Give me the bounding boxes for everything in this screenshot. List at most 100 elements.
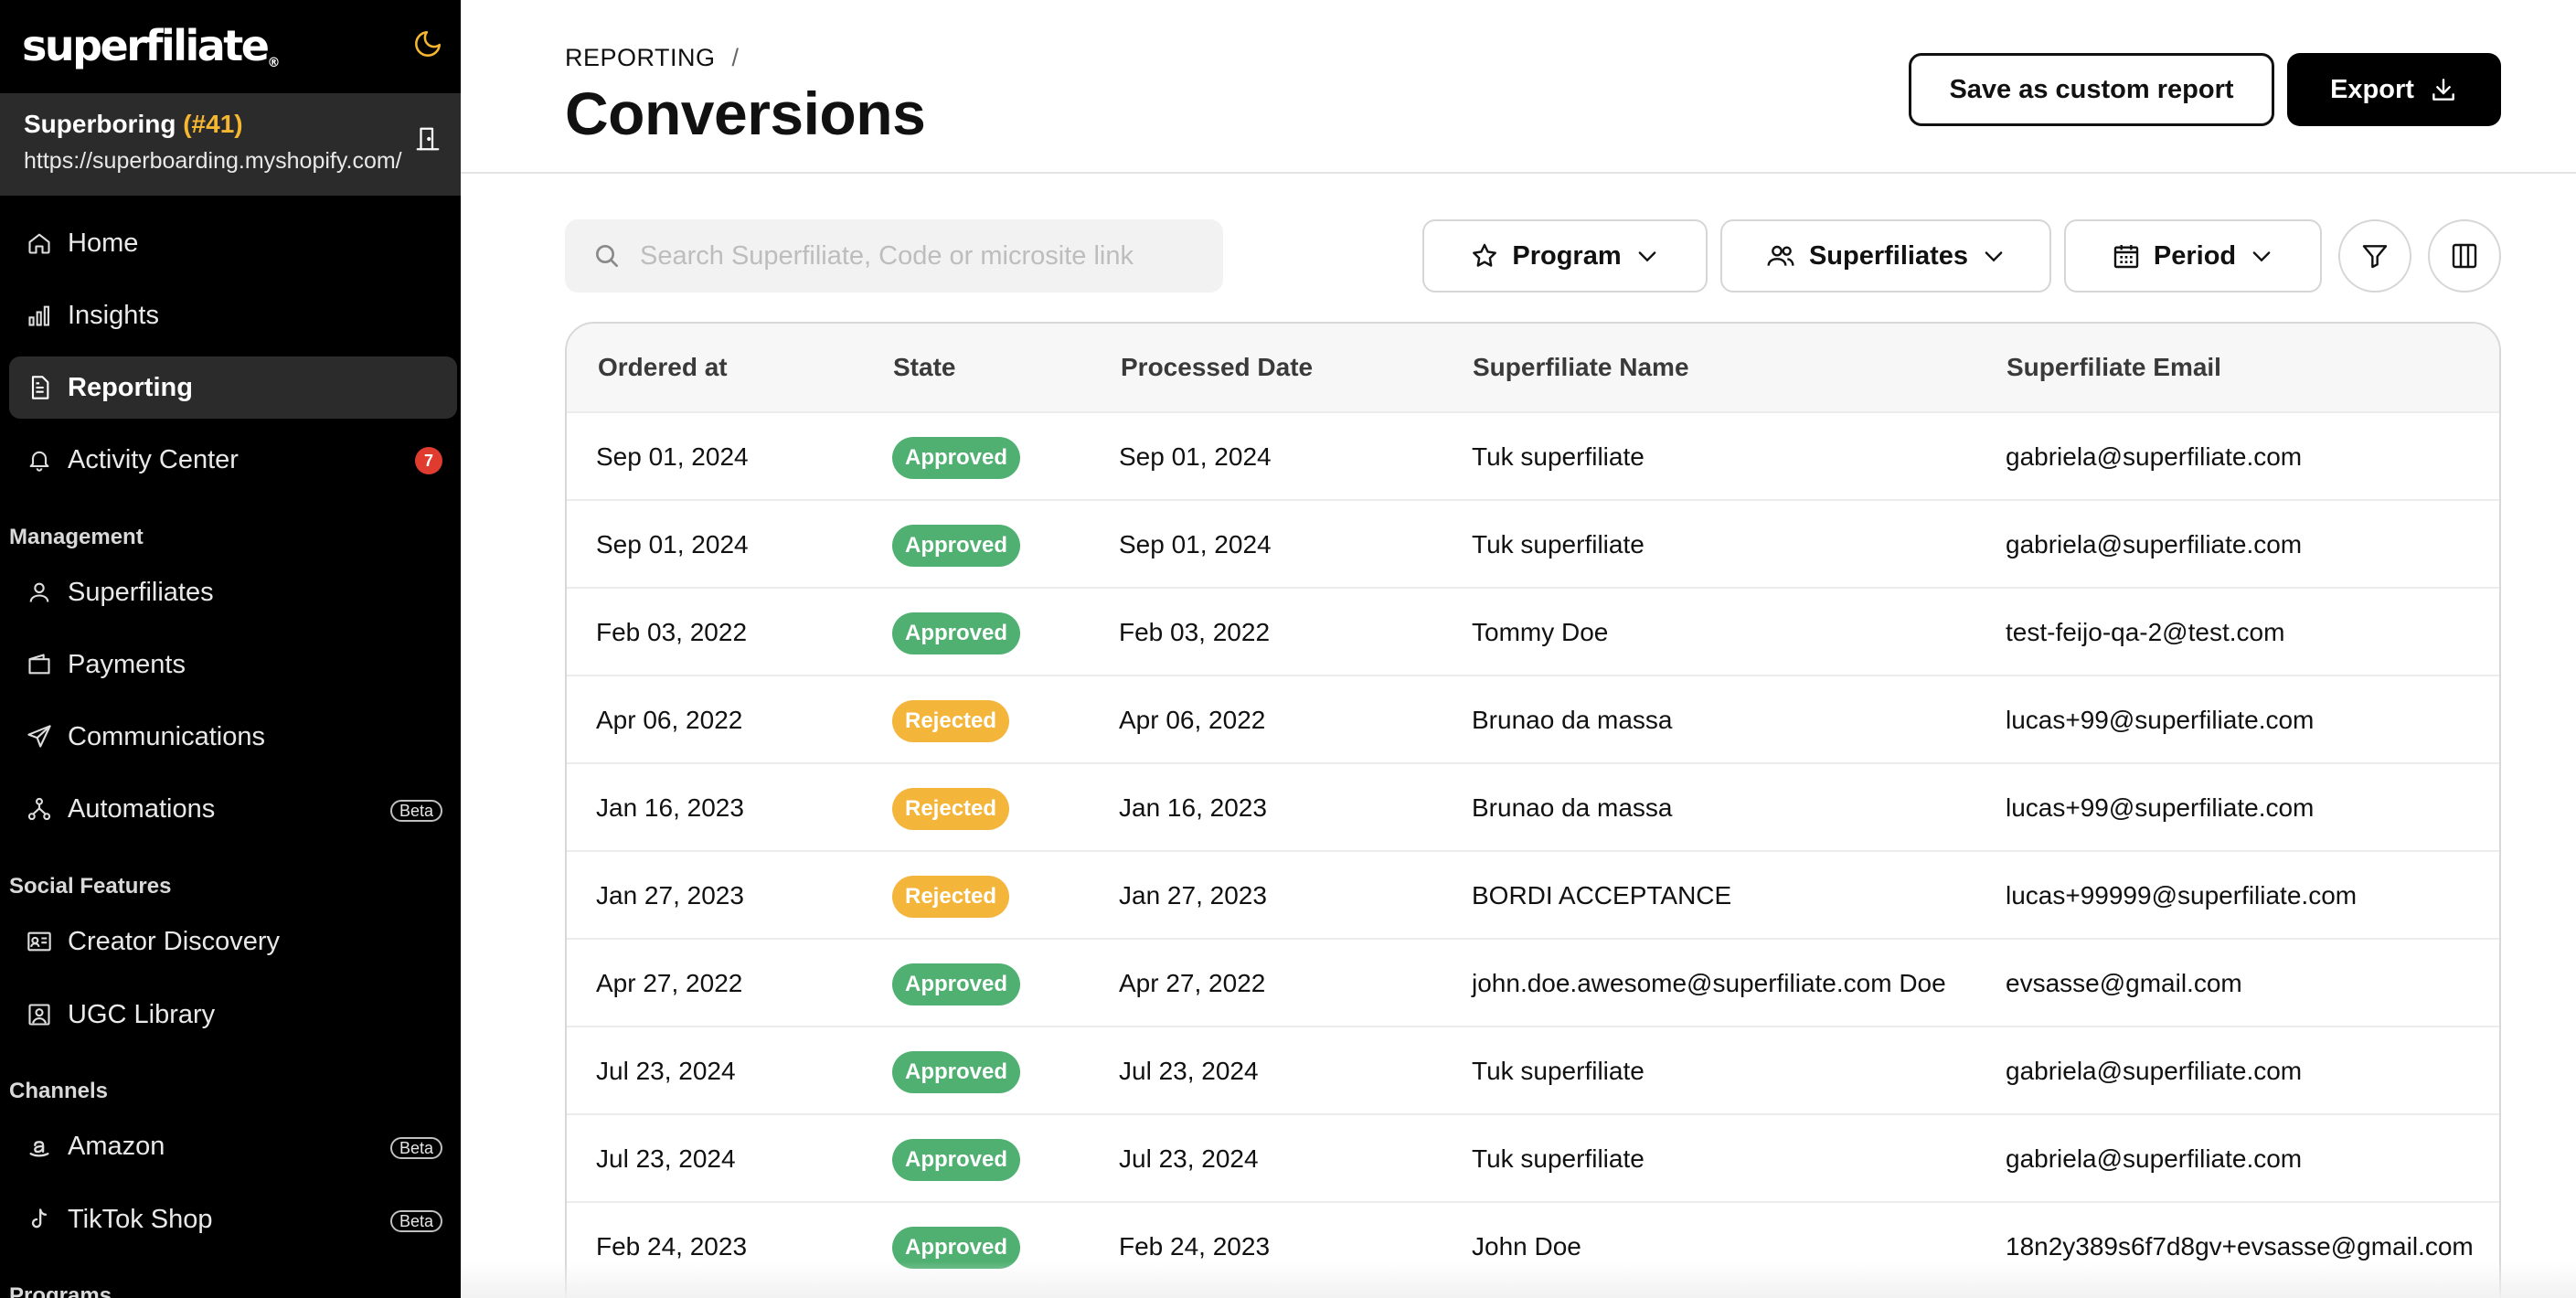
cell-superfiliate-email: gabriela@superfiliate.com	[2006, 1057, 2303, 1085]
cell-superfiliate-name: Tuk superfiliate	[1472, 1144, 1645, 1173]
section-title-management: Management	[9, 525, 144, 549]
status-badge: Approved	[892, 525, 1021, 567]
sidebar-item-superfiliates[interactable]: Superfiliates	[9, 561, 457, 623]
column-header-processed-date[interactable]: Processed Date	[1121, 353, 1313, 382]
automation-icon	[24, 793, 55, 825]
sidebar-item-tiktok-shop[interactable]: TikTok Shop Beta	[9, 1188, 457, 1250]
cell-superfiliate-name: Tuk superfiliate	[1472, 1057, 1645, 1085]
conversions-table: Ordered at State Processed Date Superfil…	[565, 322, 2501, 1298]
table-row[interactable]: Jul 23, 2024 Approved Jul 23, 2024 Tuk s…	[567, 1113, 2499, 1201]
cell-ordered-at: Feb 24, 2023	[596, 1232, 748, 1261]
cell-superfiliate-email: lucas+99999@superfiliate.com	[2006, 881, 2358, 910]
cell-processed-date: Feb 24, 2023	[1119, 1232, 1271, 1261]
brand-name: superfiliate	[22, 21, 270, 70]
superfiliates-filter-label: Superfiliates	[1808, 240, 1969, 271]
user-icon	[24, 577, 55, 608]
cell-superfiliate-name: john.doe.awesome@superfiliate.com Doe	[1472, 969, 1946, 997]
table-row[interactable]: Jan 16, 2023 Rejected Jan 16, 2023 Bruna…	[567, 762, 2499, 850]
table-row[interactable]: Sep 01, 2024 Approved Sep 01, 2024 Tuk s…	[567, 411, 2499, 499]
dark-mode-toggle[interactable]	[408, 24, 448, 64]
section-title-social: Social Features	[9, 874, 172, 899]
cell-superfiliate-name: John Doe	[1472, 1232, 1581, 1261]
column-header-superfiliate-name[interactable]: Superfiliate Name	[1473, 353, 1689, 382]
cell-superfiliate-name: Brunao da massa	[1472, 793, 1673, 822]
export-label: Export	[2330, 74, 2414, 104]
period-filter-button[interactable]: Period	[2064, 219, 2322, 293]
image-icon	[24, 999, 55, 1030]
table-row[interactable]: Jan 27, 2023 Rejected Jan 27, 2023 BORDI…	[567, 850, 2499, 938]
sidebar-item-activity-center[interactable]: Activity Center 7	[9, 429, 457, 491]
export-button[interactable]: Export	[2287, 53, 2501, 126]
columns-button[interactable]	[2428, 219, 2501, 293]
chevron-down-icon	[2252, 251, 2271, 262]
sidebar-item-communications[interactable]: Communications	[9, 706, 457, 768]
cell-superfiliate-email: evsasse@gmail.com	[2006, 969, 2242, 997]
sidebar-item-label: Activity Center	[68, 444, 239, 474]
cell-processed-date: Sep 01, 2024	[1119, 442, 1272, 471]
sidebar-item-ugc-library[interactable]: UGC Library	[9, 984, 457, 1046]
cell-processed-date: Jul 23, 2024	[1119, 1144, 1259, 1173]
cell-processed-date: Jan 16, 2023	[1119, 793, 1267, 822]
cell-superfiliate-email: gabriela@superfiliate.com	[2006, 530, 2303, 559]
column-header-ordered-at[interactable]: Ordered at	[598, 353, 728, 382]
search-box[interactable]	[565, 219, 1223, 293]
sidebar-item-automations[interactable]: Automations Beta	[9, 778, 457, 840]
program-filter-label: Program	[1512, 240, 1622, 271]
beta-badge: Beta	[389, 800, 442, 822]
sidebar-item-label: Insights	[68, 300, 159, 330]
cell-processed-date: Jul 23, 2024	[1119, 1057, 1259, 1085]
save-custom-report-button[interactable]: Save as custom report	[1909, 53, 2274, 126]
cell-ordered-at: Feb 03, 2022	[596, 618, 748, 646]
status-badge: Rejected	[892, 876, 1010, 918]
status-badge: Approved	[892, 963, 1021, 1005]
sidebar-item-label: Amazon	[68, 1131, 165, 1161]
sidebar-item-home[interactable]: Home	[9, 212, 457, 274]
breadcrumb: REPORTING /	[565, 44, 740, 72]
table-row[interactable]: Apr 06, 2022 Rejected Apr 06, 2022 Bruna…	[567, 675, 2499, 762]
cell-superfiliate-email: gabriela@superfiliate.com	[2006, 1144, 2303, 1173]
table-row[interactable]: Jul 23, 2024 Approved Jul 23, 2024 Tuk s…	[567, 1026, 2499, 1113]
search-icon	[596, 245, 618, 267]
send-icon	[24, 721, 55, 752]
sidebar-item-payments[interactable]: Payments	[9, 633, 457, 696]
scroll-fade	[461, 1261, 2576, 1298]
cell-superfiliate-name: BORDI ACCEPTANCE	[1472, 881, 1732, 910]
store-name: Superboring	[24, 110, 176, 138]
sidebar-item-label: Automations	[68, 793, 216, 824]
superfiliates-filter-button[interactable]: Superfiliates	[1720, 219, 2051, 293]
cell-processed-date: Jan 27, 2023	[1119, 881, 1267, 910]
sidebar-item-amazon[interactable]: Amazon Beta	[9, 1115, 457, 1177]
advanced-filter-button[interactable]	[2338, 219, 2411, 293]
store-switcher[interactable]: Superboring (#41) https://superboarding.…	[0, 93, 461, 196]
chevron-down-icon	[1638, 251, 1655, 262]
table-row[interactable]: Apr 27, 2022 Approved Apr 27, 2022 john.…	[567, 938, 2499, 1026]
cell-superfiliate-email: lucas+99@superfiliate.com	[2006, 793, 2315, 822]
calendar-icon	[2113, 245, 2139, 269]
beta-badge: Beta	[389, 1137, 442, 1159]
table-row[interactable]: Sep 01, 2024 Approved Sep 01, 2024 Tuk s…	[567, 499, 2499, 587]
cell-ordered-at: Apr 27, 2022	[596, 969, 743, 997]
table-row[interactable]: Feb 03, 2022 Approved Feb 03, 2022 Tommy…	[567, 587, 2499, 675]
sidebar-item-label: TikTok Shop	[68, 1204, 213, 1234]
column-header-state[interactable]: State	[893, 353, 955, 382]
column-header-superfiliate-email[interactable]: Superfiliate Email	[2007, 353, 2221, 382]
breadcrumb-reporting[interactable]: REPORTING	[565, 44, 716, 72]
program-filter-button[interactable]: Program	[1422, 219, 1708, 293]
sidebar-item-label: Communications	[68, 721, 265, 751]
brand-mark: ®	[267, 56, 281, 70]
sidebar-item-creator-discovery[interactable]: Creator Discovery	[9, 910, 457, 973]
sidebar-item-insights[interactable]: Insights	[9, 284, 457, 346]
brand-logo[interactable]: superfiliate®	[22, 13, 280, 79]
cell-superfiliate-name: Brunao da massa	[1472, 706, 1673, 734]
sidebar-item-reporting[interactable]: Reporting	[9, 356, 457, 419]
status-badge: Rejected	[892, 788, 1010, 830]
status-badge: Approved	[892, 437, 1021, 479]
store-number: (#41)	[183, 110, 243, 138]
status-badge: Approved	[892, 612, 1021, 654]
cell-processed-date: Sep 01, 2024	[1119, 530, 1272, 559]
search-input[interactable]	[640, 240, 1207, 271]
exit-store-button[interactable]	[408, 119, 448, 159]
save-custom-report-label: Save as custom report	[1949, 74, 2234, 104]
home-icon	[24, 228, 55, 259]
status-badge: Approved	[892, 1051, 1021, 1093]
